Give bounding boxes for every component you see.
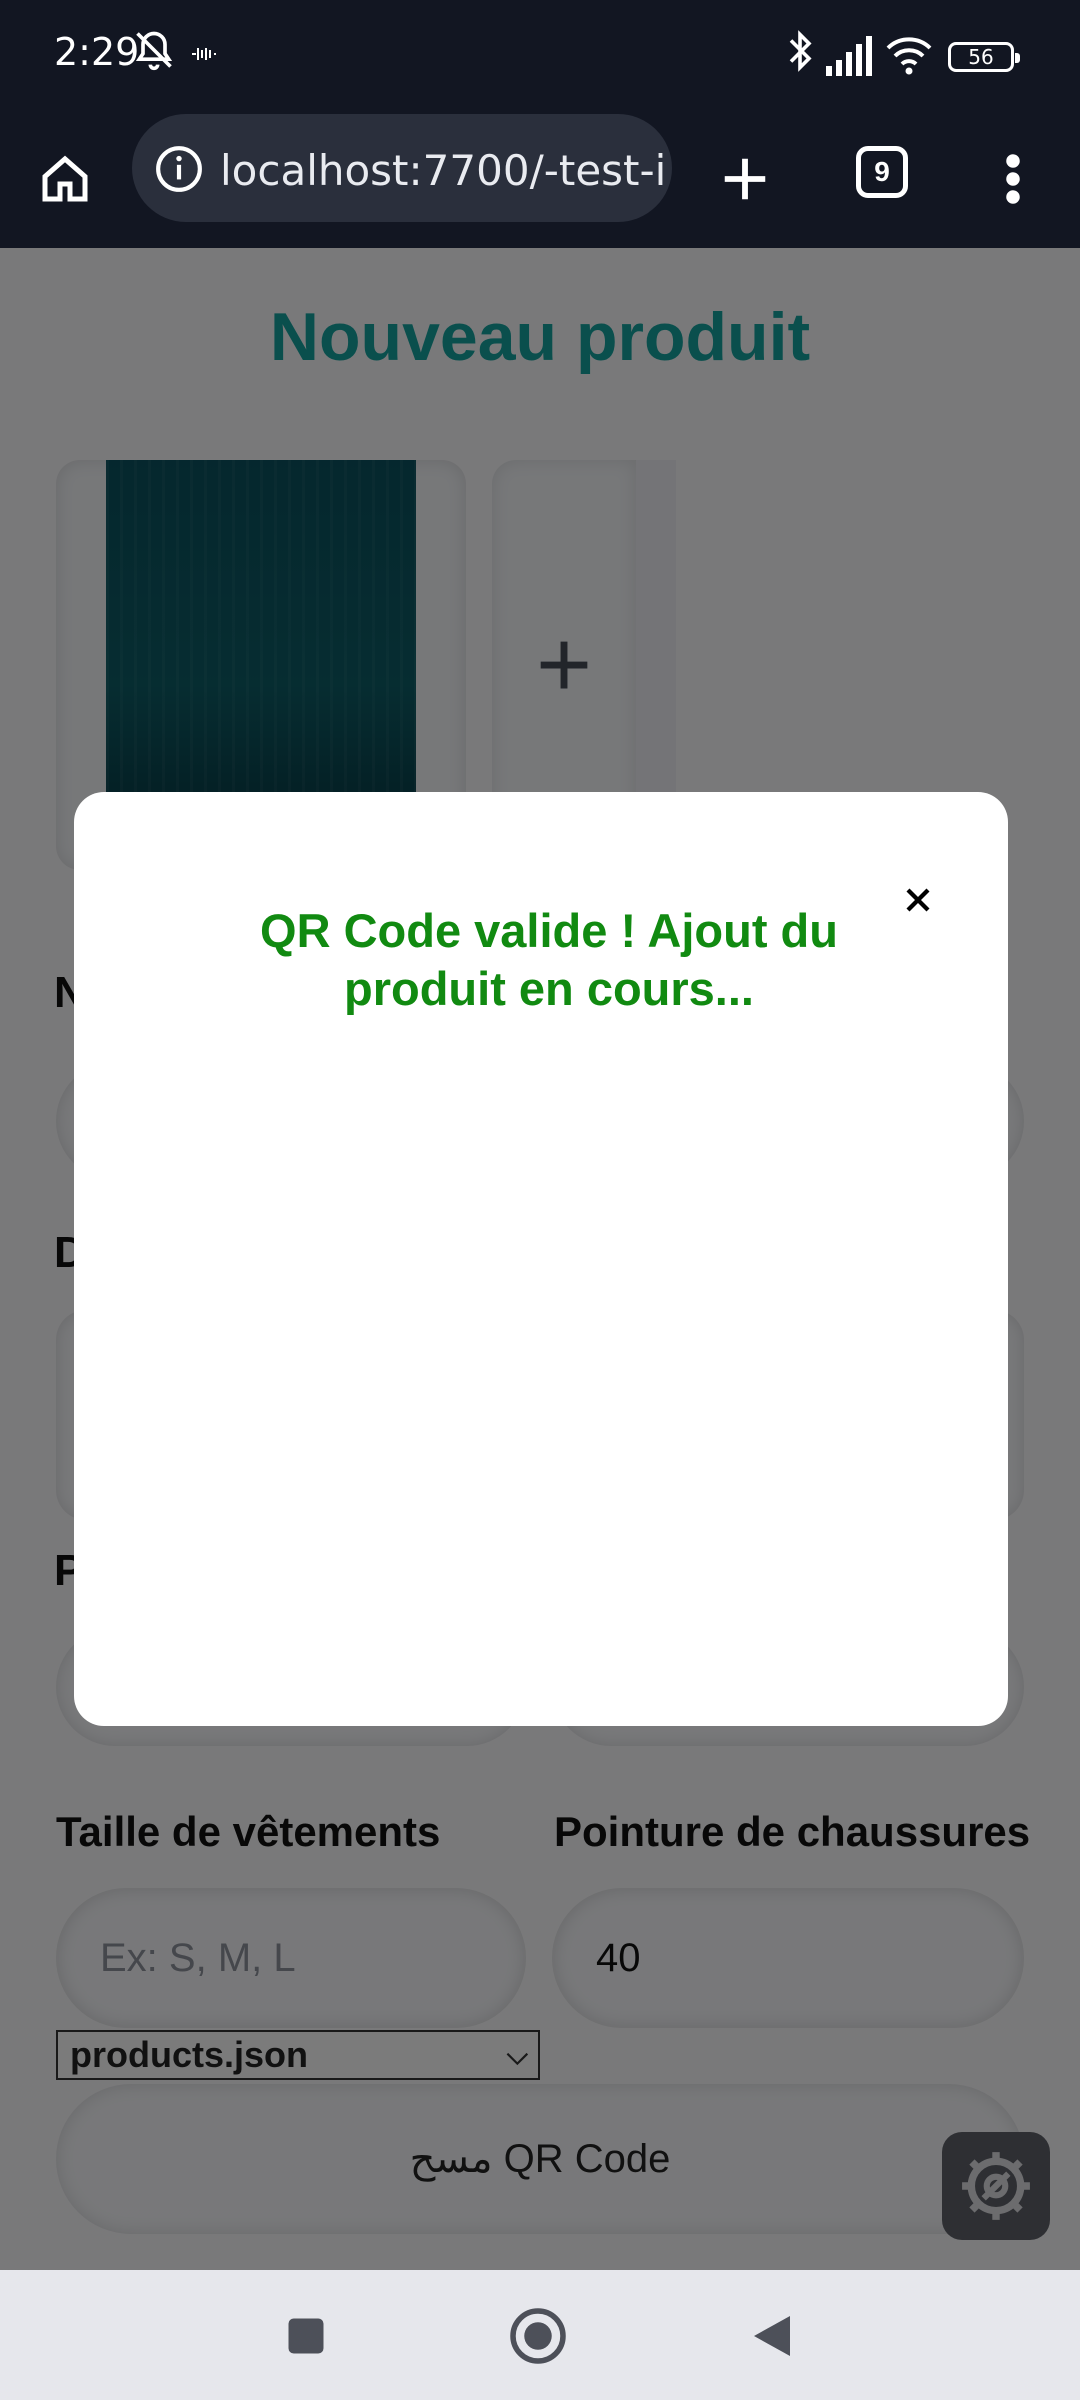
qr-status-message: QR Code valide ! Ajout du produit en cou… bbox=[260, 904, 838, 1015]
info-icon bbox=[156, 146, 202, 192]
browser-toolbar: localhost:7700/-test-i 9 bbox=[0, 110, 1080, 248]
system-navigation-bar bbox=[0, 2270, 1080, 2400]
more-vertical-icon bbox=[1006, 154, 1020, 204]
tab-switcher-button[interactable]: 9 bbox=[856, 146, 908, 198]
plus-icon bbox=[724, 158, 766, 200]
status-time: 2:29 bbox=[54, 30, 140, 74]
address-bar[interactable]: localhost:7700/-test-i bbox=[132, 114, 672, 222]
bell-muted-icon bbox=[135, 31, 173, 71]
qr-result-modal: QR Code valide ! Ajout du produit en cou… bbox=[74, 792, 1008, 1726]
vibrate-icon bbox=[192, 48, 216, 60]
home-nav-button[interactable] bbox=[508, 2306, 568, 2366]
back-button[interactable] bbox=[742, 2306, 802, 2366]
signal-icon bbox=[826, 36, 872, 76]
menu-button[interactable] bbox=[974, 140, 1052, 218]
close-modal-button[interactable] bbox=[890, 872, 946, 928]
new-tab-button[interactable] bbox=[706, 140, 784, 218]
close-icon bbox=[906, 888, 930, 912]
url-text: localhost:7700/-test-i bbox=[220, 146, 667, 195]
status-bar: 2:29 56 bbox=[0, 0, 1080, 110]
square-icon bbox=[288, 2318, 324, 2354]
wifi-icon bbox=[886, 37, 932, 75]
back-triangle-icon bbox=[754, 2316, 790, 2356]
recents-button[interactable] bbox=[276, 2306, 336, 2366]
circle-icon bbox=[510, 2308, 566, 2364]
battery-indicator: 56 bbox=[948, 42, 1020, 72]
home-icon bbox=[42, 155, 88, 202]
home-button[interactable] bbox=[26, 140, 104, 218]
bluetooth-icon bbox=[789, 30, 812, 72]
